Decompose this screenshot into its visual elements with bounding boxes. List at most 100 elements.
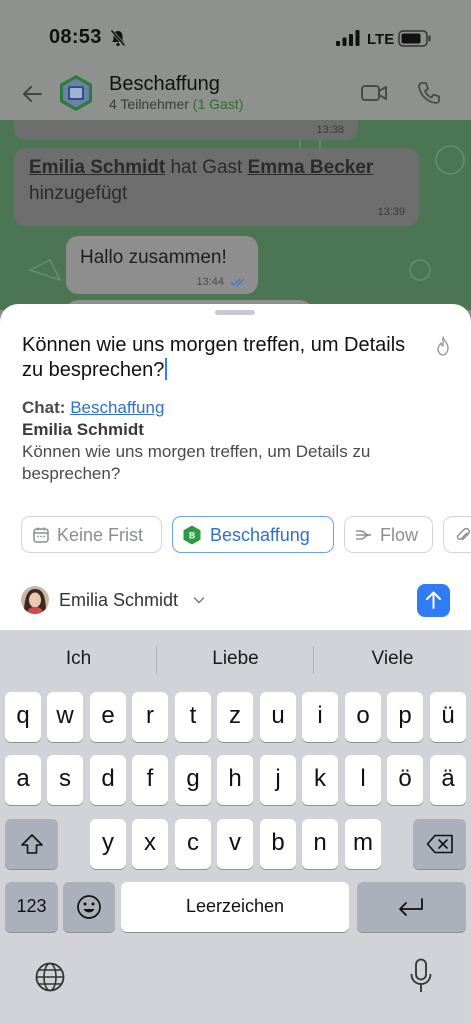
key[interactable]: h bbox=[217, 755, 253, 805]
own-message-bubble[interactable]: Hallo zusammen! 13:44 bbox=[66, 236, 258, 294]
chat-label: Chat: bbox=[22, 398, 66, 417]
video-icon[interactable] bbox=[360, 82, 388, 104]
flow-chip[interactable]: Flow bbox=[344, 516, 433, 553]
paperclip-icon bbox=[456, 527, 470, 541]
key[interactable]: m bbox=[345, 819, 381, 869]
message-text: Hallo zusammen! bbox=[80, 247, 227, 268]
flame-icon[interactable] bbox=[434, 336, 452, 356]
key[interactable]: n bbox=[302, 819, 338, 869]
chat-link[interactable]: Beschaffung bbox=[70, 398, 164, 417]
sheet-grabber[interactable] bbox=[215, 310, 255, 315]
chat-area: 13:38 Emilia Schmidt hat Gast Emma Becke… bbox=[0, 120, 471, 310]
message-time: 13:44 bbox=[196, 276, 224, 288]
quote-author: Emilia Schmidt bbox=[22, 420, 144, 439]
system-message: Emilia Schmidt hat Gast Emma Becker hinz… bbox=[14, 148, 419, 226]
suggestion-divider bbox=[313, 646, 314, 674]
chevron-down-icon[interactable] bbox=[193, 595, 205, 605]
chat-header: Beschaffung 4 Teilnehmer (1 Gast) bbox=[0, 72, 471, 120]
key[interactable]: s bbox=[47, 755, 83, 805]
deadline-chip[interactable]: Keine Frist bbox=[21, 516, 162, 553]
message-time: 13:38 bbox=[316, 124, 344, 136]
actor-link[interactable]: Emilia Schmidt bbox=[29, 157, 165, 178]
key[interactable]: z bbox=[217, 692, 253, 742]
shift-key[interactable] bbox=[5, 819, 58, 869]
key[interactable]: ü bbox=[430, 692, 466, 742]
attach-chip[interactable] bbox=[443, 516, 471, 553]
key[interactable]: i bbox=[302, 692, 338, 742]
suggestion-divider bbox=[156, 646, 157, 674]
status-bar: 08:53 LTE bbox=[0, 0, 471, 72]
key[interactable]: g bbox=[175, 755, 211, 805]
key[interactable]: c bbox=[175, 819, 211, 869]
flow-label: Flow bbox=[380, 525, 419, 545]
assignee-name[interactable]: Emilia Schmidt bbox=[59, 590, 178, 611]
calendar-icon bbox=[33, 527, 49, 543]
key[interactable]: y bbox=[90, 819, 126, 869]
backspace-key[interactable] bbox=[413, 819, 466, 869]
status-time: 08:53 bbox=[49, 26, 102, 48]
key[interactable]: ä bbox=[430, 755, 466, 805]
key[interactable]: l bbox=[345, 755, 381, 805]
battery-icon bbox=[398, 30, 431, 47]
system-action: hat Gast bbox=[170, 157, 243, 178]
bell-muted-icon bbox=[110, 29, 126, 47]
text-cursor bbox=[165, 358, 168, 380]
task-source: Chat: Beschaffung Emilia Schmidt Können … bbox=[22, 397, 442, 485]
chat-chip-label: Beschaffung bbox=[210, 525, 310, 545]
assignee-avatar[interactable] bbox=[21, 586, 49, 614]
key[interactable]: t bbox=[175, 692, 211, 742]
suggestion[interactable]: Viele bbox=[315, 648, 470, 670]
key[interactable]: q bbox=[5, 692, 41, 742]
key[interactable]: a bbox=[5, 755, 41, 805]
key[interactable]: u bbox=[260, 692, 296, 742]
key[interactable]: f bbox=[132, 755, 168, 805]
key[interactable]: j bbox=[260, 755, 296, 805]
read-ticks-icon bbox=[230, 278, 245, 286]
key[interactable]: b bbox=[260, 819, 296, 869]
key[interactable]: r bbox=[132, 692, 168, 742]
backspace-icon bbox=[426, 834, 453, 854]
suggestion[interactable]: Ich bbox=[1, 648, 156, 670]
key[interactable]: v bbox=[217, 819, 253, 869]
system-message-line: Emilia Schmidt hat Gast Emma Becker bbox=[29, 157, 373, 179]
emoji-icon bbox=[77, 895, 101, 919]
guest-count: (1 Gast) bbox=[192, 96, 244, 112]
create-task-sheet: Können wie uns morgen treffen, um Detail… bbox=[0, 304, 471, 634]
chat-chip[interactable]: B Beschaffung bbox=[172, 516, 334, 553]
mic-icon[interactable] bbox=[409, 958, 433, 994]
task-text-input[interactable]: Können wie uns morgen treffen, um Detail… bbox=[22, 333, 412, 383]
suggestion[interactable]: Liebe bbox=[158, 648, 313, 670]
globe-icon[interactable] bbox=[34, 961, 66, 993]
key[interactable]: p bbox=[387, 692, 423, 742]
back-arrow-icon[interactable] bbox=[20, 82, 44, 106]
phone-icon[interactable] bbox=[416, 80, 442, 106]
send-arrow-icon bbox=[426, 591, 441, 609]
system-message-suffix: hinzugefügt bbox=[29, 183, 128, 204]
participant-count: 4 Teilnehmer bbox=[109, 96, 189, 112]
send-button[interactable] bbox=[417, 584, 450, 617]
chat-badge-icon: B bbox=[183, 525, 201, 545]
keyboard: Ich Liebe Viele q w e r t z u i o p ü a … bbox=[0, 630, 471, 1024]
key[interactable]: k bbox=[302, 755, 338, 805]
space-key[interactable]: Leerzeichen bbox=[121, 882, 349, 932]
key[interactable]: w bbox=[47, 692, 83, 742]
message-bubble[interactable]: 13:38 bbox=[14, 120, 358, 140]
return-key[interactable] bbox=[357, 882, 466, 932]
shift-icon bbox=[21, 834, 43, 854]
task-text-value: Können wie uns morgen treffen, um Detail… bbox=[22, 334, 406, 381]
key[interactable]: x bbox=[132, 819, 168, 869]
key[interactable]: e bbox=[90, 692, 126, 742]
deadline-label: Keine Frist bbox=[57, 525, 144, 545]
numbers-key[interactable]: 123 bbox=[5, 882, 58, 932]
quote-text: Können wie uns morgen treffen, um Detail… bbox=[22, 442, 371, 483]
chat-title[interactable]: Beschaffung bbox=[109, 73, 220, 96]
signal-icon bbox=[336, 30, 360, 46]
key[interactable]: d bbox=[90, 755, 126, 805]
chat-participants: 4 Teilnehmer (1 Gast) bbox=[109, 96, 243, 112]
target-link[interactable]: Emma Becker bbox=[248, 157, 374, 178]
key[interactable]: o bbox=[345, 692, 381, 742]
key[interactable]: ö bbox=[387, 755, 423, 805]
group-avatar[interactable] bbox=[57, 74, 95, 112]
emoji-key[interactable] bbox=[63, 882, 115, 932]
return-icon bbox=[399, 898, 423, 916]
